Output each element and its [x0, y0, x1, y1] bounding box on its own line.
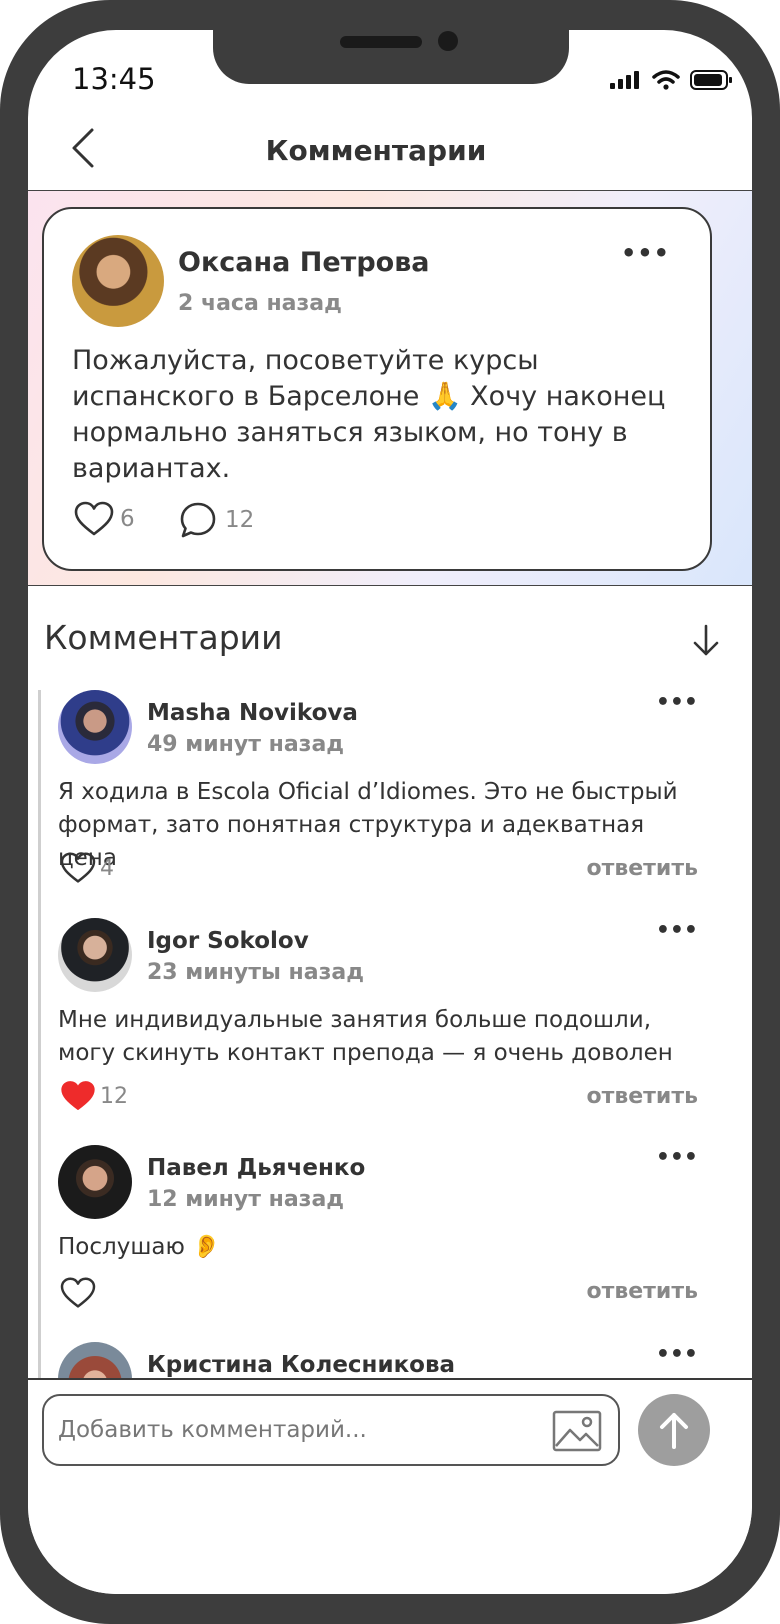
wifi-icon: [652, 70, 680, 90]
heart-filled-icon: [61, 1081, 95, 1110]
comment-item: Павел Дьяченко 12 минут назад ••• Послуш…: [58, 1145, 698, 1325]
comment-input[interactable]: [42, 1394, 620, 1466]
post-text: Пожалуйста, посоветуйте курсы испанского…: [72, 345, 666, 484]
speaker: [340, 36, 422, 48]
page-title: Комментарии: [265, 134, 487, 167]
comments-heading: Комментарии: [44, 618, 283, 657]
heart-icon: [60, 852, 96, 883]
comment-author-avatar[interactable]: [58, 918, 132, 992]
front-camera: [438, 31, 458, 51]
post-like-button[interactable]: 6: [74, 501, 135, 537]
comment-timestamp: 49 минут назад: [147, 732, 345, 757]
arrow-up-icon: [660, 1413, 688, 1449]
post-comment-count: 12: [225, 507, 255, 533]
post-author-name[interactable]: Оксана Петрова: [178, 247, 430, 278]
comment-author-avatar[interactable]: [58, 1145, 132, 1219]
comment-more-icon[interactable]: •••: [656, 1342, 698, 1367]
reply-button[interactable]: ответить: [586, 856, 698, 881]
comment-author-name[interactable]: Кристина Колесникова: [147, 1352, 455, 1378]
comment-author-name[interactable]: Masha Novikova: [147, 700, 358, 726]
comment-author-name[interactable]: Павел Дьяченко: [147, 1155, 365, 1181]
image-icon[interactable]: [552, 1410, 602, 1452]
notch: [213, 30, 569, 84]
comment-more-icon[interactable]: •••: [656, 690, 698, 715]
comment-like-count: 4: [100, 855, 114, 881]
comment-more-icon[interactable]: •••: [656, 918, 698, 943]
battery-icon: [690, 70, 732, 90]
heart-icon: [60, 1277, 96, 1308]
navigation-bar: Комментарии: [28, 120, 752, 188]
comment-like-button[interactable]: [60, 1277, 96, 1309]
comment-bubble-icon: [180, 502, 216, 538]
comment-like-button[interactable]: 12: [60, 1080, 128, 1112]
comment-text: Послушаю 👂: [58, 1234, 221, 1260]
signal-icon: [610, 71, 639, 89]
comment-more-icon[interactable]: •••: [656, 1145, 698, 1170]
post-author-avatar[interactable]: [72, 235, 164, 327]
heart-icon: [74, 501, 114, 536]
comment-author-avatar[interactable]: [58, 690, 132, 764]
screen: 13:45 Комментарии Оксана Петрова 2 часа …: [28, 30, 752, 1594]
comment-item: Кристина Колесникова •••: [58, 1342, 698, 1416]
thread-line: [38, 690, 41, 1380]
post-timestamp: 2 часа назад: [178, 291, 342, 316]
comment-item: Igor Sokolov 23 минуты назад ••• Мне инд…: [58, 918, 698, 1118]
comment-timestamp: 23 минуты назад: [147, 960, 364, 985]
post-more-icon[interactable]: •••: [621, 239, 670, 267]
comment-composer: [28, 1378, 752, 1594]
comment-timestamp: 12 минут назад: [147, 1187, 345, 1212]
comment-item: Masha Novikova 49 минут назад ••• Я ходи…: [58, 690, 698, 890]
phone-frame: 13:45 Комментарии Оксана Петрова 2 часа …: [0, 0, 780, 1624]
post-comments-button[interactable]: 12: [179, 501, 254, 539]
post-section: Оксана Петрова 2 часа назад ••• Пожалуйс…: [28, 190, 752, 586]
status-icons: [610, 70, 732, 90]
post-like-count: 6: [120, 506, 135, 532]
comment-author-name[interactable]: Igor Sokolov: [147, 928, 309, 954]
post-card: Оксана Петрова 2 часа назад ••• Пожалуйс…: [42, 207, 712, 571]
send-button[interactable]: [638, 1394, 710, 1466]
comment-like-button[interactable]: 4: [60, 852, 114, 884]
status-time: 13:45: [72, 62, 156, 96]
comment-like-count: 12: [100, 1083, 128, 1109]
reply-button[interactable]: ответить: [586, 1279, 698, 1304]
reply-button[interactable]: ответить: [586, 1084, 698, 1109]
comment-text: Мне индивидуальные занятия больше подошл…: [58, 1007, 673, 1066]
sort-down-arrow-icon[interactable]: [692, 624, 720, 658]
